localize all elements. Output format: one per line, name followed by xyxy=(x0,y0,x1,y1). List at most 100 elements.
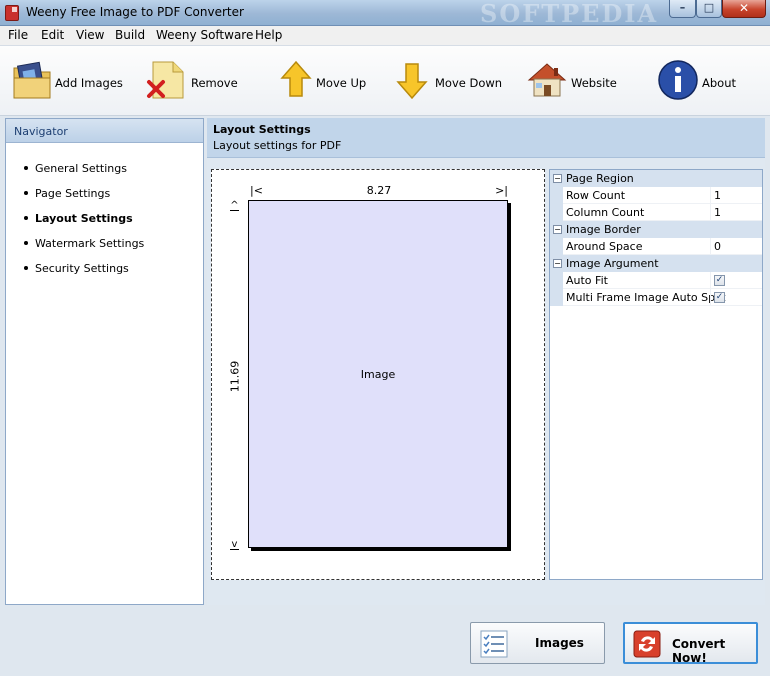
bullet xyxy=(24,191,28,195)
width-ruler: |< 8.27 >| xyxy=(250,184,508,198)
navigator-header: Navigator xyxy=(6,119,203,143)
menu-weeny-software[interactable]: Weeny Software xyxy=(156,28,253,42)
add-images-label: Add Images xyxy=(55,76,123,90)
close-button[interactable]: ✕ xyxy=(722,0,766,18)
category-image-argument[interactable]: − Image Argument xyxy=(550,255,762,272)
content-header: Layout Settings Layout settings for PDF xyxy=(207,118,765,158)
bullet xyxy=(24,266,28,270)
row-gutter xyxy=(550,272,563,289)
move-up-button[interactable]: Move Up xyxy=(274,52,374,110)
prop-label: Around Space xyxy=(566,240,643,253)
prop-label: Row Count xyxy=(566,189,626,202)
about-button[interactable]: About xyxy=(656,52,756,110)
page-preview: Image xyxy=(248,200,508,548)
remove-label: Remove xyxy=(191,76,238,90)
navigator-panel: Navigator General Settings Page Settings… xyxy=(5,118,204,605)
minimize-button[interactable]: – xyxy=(669,0,696,18)
website-label: Website xyxy=(571,76,617,90)
category-image-border[interactable]: − Image Border xyxy=(550,221,762,238)
collapse-icon[interactable]: − xyxy=(553,225,562,234)
nav-item-label: Watermark Settings xyxy=(35,237,145,250)
remove-button[interactable]: Remove xyxy=(145,52,245,110)
app-pdf-icon xyxy=(5,5,19,21)
separator xyxy=(710,204,711,221)
row-count-value[interactable]: 1 xyxy=(714,189,721,202)
nav-item-layout-settings[interactable]: Layout Settings xyxy=(24,212,133,225)
nav-item-watermark-settings[interactable]: Watermark Settings xyxy=(24,237,144,250)
content-subtitle: Layout settings for PDF xyxy=(213,139,342,152)
category-label: Image Border xyxy=(566,223,641,236)
separator xyxy=(710,187,711,204)
nav-item-page-settings[interactable]: Page Settings xyxy=(24,187,110,200)
around-space-value[interactable]: 0 xyxy=(714,240,721,253)
softpedia-watermark: SOFTPEDIA xyxy=(480,0,659,28)
prop-label: Column Count xyxy=(566,206,645,219)
bullet xyxy=(24,241,28,245)
website-button[interactable]: Website xyxy=(525,52,625,110)
menu-build[interactable]: Build xyxy=(115,28,145,42)
collapse-icon[interactable]: − xyxy=(553,259,562,268)
toolbar: Add Images Remove Move Up Move Down Webs… xyxy=(0,46,770,116)
arrow-down-icon xyxy=(396,63,428,100)
menu-help[interactable]: Help xyxy=(255,28,282,42)
separator xyxy=(710,238,711,255)
category-page-region[interactable]: − Page Region xyxy=(550,170,762,187)
menu-file[interactable]: File xyxy=(8,28,28,42)
nav-item-label: General Settings xyxy=(35,162,127,175)
prop-column-count[interactable]: Column Count 1 xyxy=(550,204,762,221)
maximize-button[interactable]: □ xyxy=(696,0,722,18)
film-folder-icon xyxy=(13,61,51,99)
minimize-icon: – xyxy=(679,1,686,14)
images-button-label: Images xyxy=(535,636,584,650)
move-up-label: Move Up xyxy=(316,76,367,90)
about-label: About xyxy=(702,76,737,90)
ruler-right-marker: >| xyxy=(495,184,508,197)
prop-row-count[interactable]: Row Count 1 xyxy=(550,187,762,204)
row-gutter xyxy=(550,238,563,255)
prop-around-space[interactable]: Around Space 0 xyxy=(550,238,762,255)
multi-frame-checkbox[interactable]: ✓ xyxy=(714,292,725,303)
arrow-up-icon xyxy=(280,60,312,97)
prop-multi-frame-auto-split[interactable]: Multi Frame Image Auto Split ✓ xyxy=(550,289,762,306)
move-down-label: Move Down xyxy=(435,76,503,90)
convert-button-label: Convert Now! xyxy=(672,637,726,665)
menu-bar: File Edit View Build Weeny Software Help xyxy=(0,26,770,46)
prop-auto-fit[interactable]: Auto Fit ✓ xyxy=(550,272,762,289)
nav-item-label: Security Settings xyxy=(35,262,129,275)
page-width-value: 8.27 xyxy=(366,184,392,197)
bullet xyxy=(24,216,28,220)
ruler-bottom-marker: v xyxy=(230,539,239,550)
image-placeholder-label: Image xyxy=(360,368,396,381)
images-button[interactable]: Images xyxy=(470,622,605,664)
menu-view[interactable]: View xyxy=(76,28,104,42)
title-bar: Weeny Free Image to PDF Converter SOFTPE… xyxy=(0,0,770,28)
house-icon xyxy=(527,63,567,97)
nav-item-label: Layout Settings xyxy=(35,212,133,225)
property-grid: − Page Region Row Count 1 Column Count 1… xyxy=(549,169,763,580)
category-label: Image Argument xyxy=(566,257,659,270)
content-panel: Layout Settings Layout settings for PDF … xyxy=(207,118,765,605)
category-label: Page Region xyxy=(566,172,634,185)
nav-item-security-settings[interactable]: Security Settings xyxy=(24,262,129,275)
maximize-icon: □ xyxy=(703,1,715,14)
content-title: Layout Settings xyxy=(213,123,311,136)
nav-item-general-settings[interactable]: General Settings xyxy=(24,162,127,175)
row-gutter xyxy=(550,204,563,221)
move-down-button[interactable]: Move Down xyxy=(390,52,503,110)
row-gutter xyxy=(550,187,563,204)
menu-edit[interactable]: Edit xyxy=(41,28,64,42)
auto-fit-checkbox[interactable]: ✓ xyxy=(714,275,725,286)
ruler-top-marker: ^ xyxy=(230,200,239,211)
separator xyxy=(710,272,711,289)
add-images-button[interactable]: Add Images xyxy=(10,52,125,110)
window-title: Weeny Free Image to PDF Converter xyxy=(26,5,244,19)
close-icon: ✕ xyxy=(738,1,750,15)
prop-label: Auto Fit xyxy=(566,274,608,287)
nav-item-label: Page Settings xyxy=(35,187,111,200)
row-gutter xyxy=(550,289,563,306)
separator xyxy=(710,289,711,306)
convert-now-button[interactable]: Convert Now! xyxy=(623,622,758,665)
column-count-value[interactable]: 1 xyxy=(714,206,721,219)
convert-icon xyxy=(633,630,661,658)
collapse-icon[interactable]: − xyxy=(553,174,562,183)
